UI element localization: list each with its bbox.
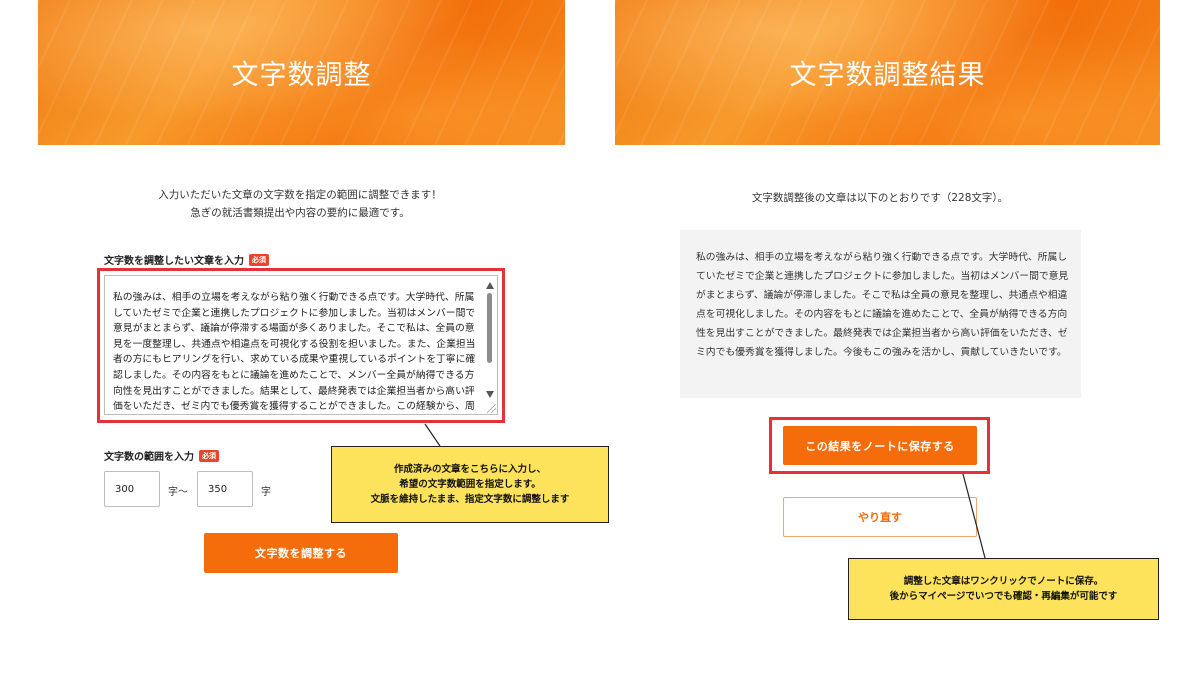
callout-connectors xyxy=(424,423,986,559)
left-connector-line xyxy=(424,423,441,447)
right-connector-line xyxy=(962,473,986,559)
